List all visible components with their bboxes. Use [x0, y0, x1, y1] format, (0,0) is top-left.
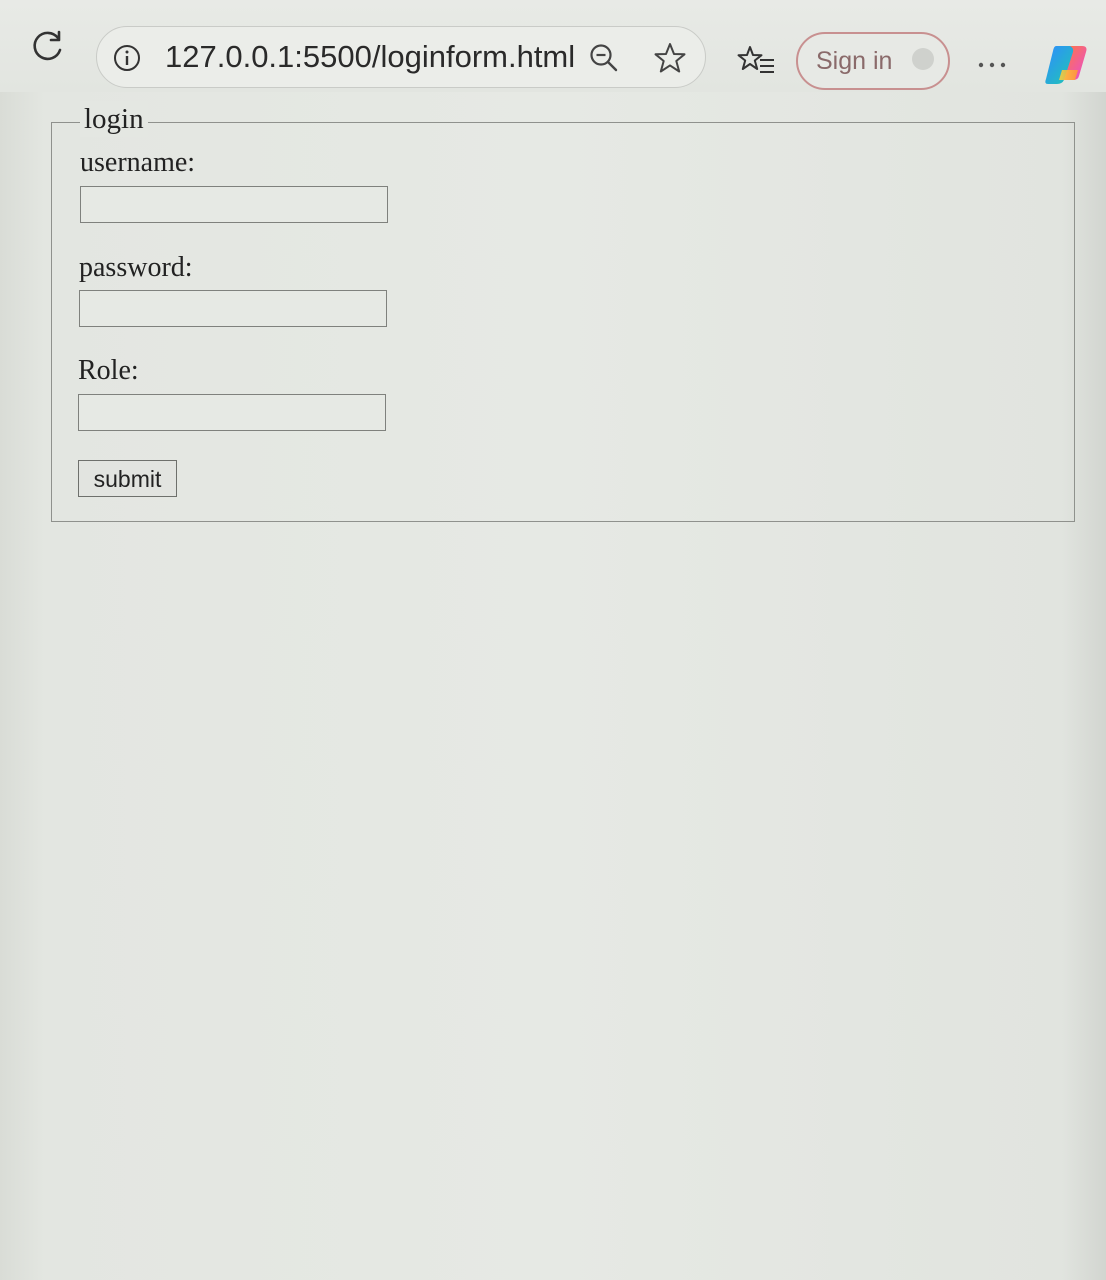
- page-content: login username: password: Role: submit: [36, 92, 1100, 1280]
- password-label: password:: [79, 252, 193, 283]
- profile-avatar-icon: [912, 48, 934, 70]
- copilot-icon[interactable]: [1042, 42, 1090, 86]
- username-label: username:: [80, 147, 196, 178]
- zoom-out-icon[interactable]: [589, 43, 619, 73]
- role-label: Role:: [78, 355, 139, 386]
- password-input[interactable]: [79, 290, 387, 327]
- login-legend: login: [80, 101, 148, 137]
- url-text[interactable]: 127.0.0.1:5500/loginform.html: [165, 39, 575, 75]
- reload-icon[interactable]: [28, 28, 66, 66]
- sign-in-label: Sign in: [816, 47, 893, 75]
- login-fieldset: login username: password: Role: submit: [51, 101, 1075, 522]
- browser-toolbar: 127.0.0.1:5500/loginform.html Sign in: [0, 0, 1106, 92]
- info-icon[interactable]: [113, 44, 141, 72]
- role-input[interactable]: [78, 394, 386, 431]
- address-bar[interactable]: 127.0.0.1:5500/loginform.html: [96, 26, 706, 88]
- favorites-list-icon[interactable]: [736, 44, 776, 80]
- more-options-icon[interactable]: [976, 60, 1008, 70]
- username-input[interactable]: [80, 186, 388, 223]
- sign-in-button[interactable]: Sign in: [796, 32, 950, 90]
- submit-button[interactable]: submit: [78, 460, 177, 497]
- favorite-star-icon[interactable]: [653, 41, 687, 75]
